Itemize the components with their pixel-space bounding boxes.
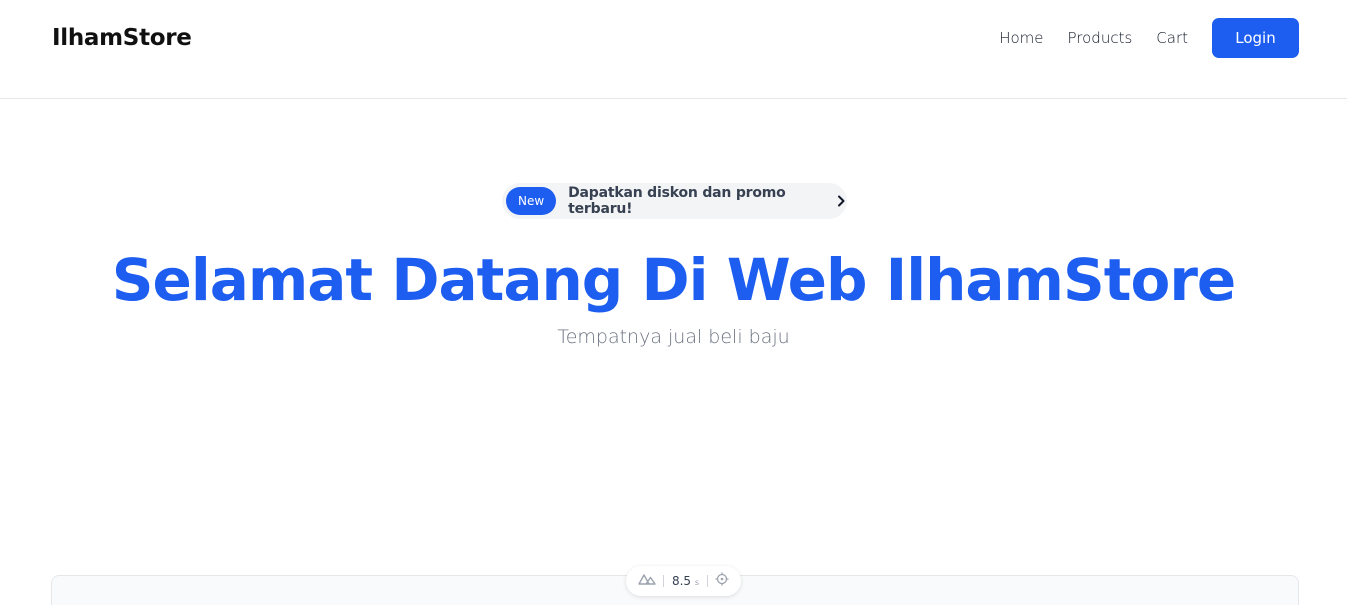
separator (706, 575, 708, 587)
load-time-value: 8.5 (671, 574, 692, 588)
nav-link-cart[interactable]: Cart (1156, 18, 1188, 58)
login-button[interactable]: Login (1212, 18, 1299, 58)
chevron-right-icon (834, 194, 847, 208)
hero-subtitle: Tempatnya jual beli baju (557, 326, 790, 348)
promo-text: Dapatkan diskon dan promo terbaru! (568, 185, 786, 217)
hero-title: Selamat Datang Di Web IlhamStore (111, 246, 1237, 314)
nav-link-products[interactable]: Products (1068, 18, 1133, 58)
nuxt-logo-icon[interactable] (638, 572, 656, 590)
nav-link-home[interactable]: Home (999, 18, 1043, 58)
load-time-unit: s (694, 578, 700, 587)
nav-links: Home Products Cart Login (999, 18, 1299, 58)
new-badge: New (506, 187, 557, 215)
target-icon[interactable] (715, 572, 729, 591)
separator (663, 575, 665, 587)
devtools-pill[interactable]: 8.5 s (626, 566, 741, 596)
navbar: IlhamStore Home Products Cart Login (0, 0, 1347, 99)
brand-logo[interactable]: IlhamStore (52, 25, 192, 51)
load-time: 8.5 s (672, 574, 699, 588)
promo-banner[interactable]: New Dapatkan diskon dan promo terbaru! (502, 183, 847, 219)
